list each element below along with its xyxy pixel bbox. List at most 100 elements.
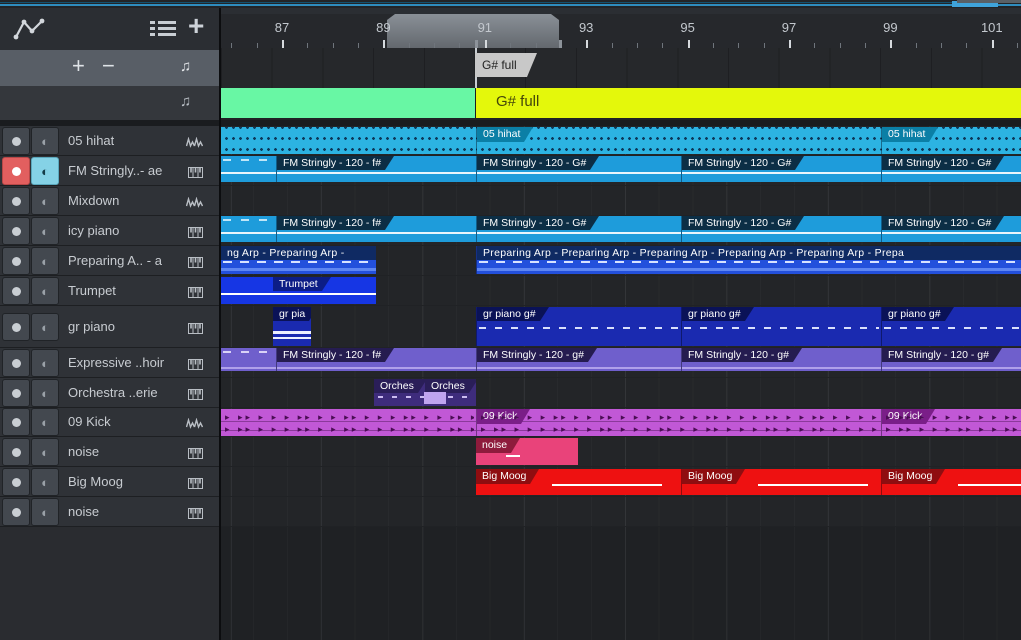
record-button[interactable] [2, 157, 30, 185]
clip[interactable] [221, 216, 276, 242]
panel-divider[interactable] [219, 8, 221, 640]
loop-region[interactable] [387, 14, 559, 48]
lane-row[interactable]: gr piagr piano g#gr piano g#gr piano g# [221, 306, 1021, 347]
monitor-button[interactable]: ◐ [31, 247, 59, 275]
lane-row[interactable]: noise [221, 437, 1021, 466]
clip[interactable]: FM Stringly - 120 - G# [681, 156, 881, 182]
shrink-tracks-button[interactable]: − [102, 53, 115, 79]
monitor-button[interactable]: ◐ [31, 217, 59, 245]
track-row[interactable]: ◐Expressive ..hoir [0, 348, 219, 377]
track-row[interactable]: ◐09 Kick [0, 408, 219, 436]
track-row[interactable]: ◐Orchestra ..erie [0, 378, 219, 407]
clip[interactable]: Preparing Arp - Preparing Arp - Preparin… [476, 246, 1021, 274]
record-button[interactable] [2, 349, 30, 377]
monitor-button[interactable]: ◐ [31, 349, 59, 377]
clip[interactable]: 09 Kick▸ ▸▸ ▸ ▸ ▸ ▸▸ ▸ ▸ ▸▸ ▸ ▸ ▸ ▸▸ ▸ ▸… [881, 409, 1021, 436]
clip[interactable]: 09 Kick▸ ▸▸ ▸ ▸ ▸ ▸▸ ▸ ▸ ▸▸ ▸ ▸ ▸ ▸▸ ▸ ▸… [476, 409, 881, 436]
clip[interactable]: FM Stringly - 120 - g# [681, 348, 881, 371]
track-row[interactable]: ◐icy piano [0, 216, 219, 245]
record-button[interactable] [2, 498, 30, 526]
clip[interactable] [221, 156, 276, 182]
timeline-ruler[interactable]: 87899193959799101 [221, 14, 1021, 49]
clip[interactable]: gr piano g# [681, 307, 881, 346]
track-row[interactable]: ◐Trumpet [0, 276, 219, 305]
clip[interactable]: OrchesOrches [374, 379, 476, 406]
monitor-button[interactable]: ◐ [31, 498, 59, 526]
clip-label: gr piano g# [477, 307, 540, 321]
clip[interactable]: FM Stringly - 120 - G# [476, 156, 681, 182]
track-list-icon[interactable] [150, 20, 176, 38]
clip[interactable]: FM Stringly - 120 - f# [276, 216, 476, 242]
arranger-section[interactable]: G# full [476, 88, 1021, 118]
lane-row[interactable]: 05 hihat05 hihat [221, 126, 1021, 155]
record-button[interactable] [2, 247, 30, 275]
track-row[interactable]: ◐gr piano [0, 306, 219, 347]
lane-row[interactable] [221, 497, 1021, 526]
track-row[interactable]: ◐FM Stringly..- ae [0, 156, 219, 185]
track-row[interactable]: ◐Mixdown [0, 186, 219, 215]
clip[interactable]: Big Moog [681, 469, 881, 495]
lane-row[interactable]: Trumpet [221, 276, 1021, 305]
clip[interactable]: gr piano g# [476, 307, 681, 346]
clip[interactable]: Big Moog [881, 469, 1021, 495]
monitor-button[interactable]: ◐ [31, 187, 59, 215]
track-row[interactable]: ◐05 hihat [0, 126, 219, 155]
clip[interactable]: ng Arp - Preparing Arp - [221, 246, 376, 274]
record-button[interactable] [2, 438, 30, 466]
record-button[interactable] [2, 127, 30, 155]
clip[interactable] [221, 348, 276, 371]
clip[interactable] [221, 127, 476, 154]
clip[interactable]: gr piano g# [881, 307, 1021, 346]
lane-row[interactable]: FM Stringly - 120 - f#FM Stringly - 120 … [221, 156, 1021, 185]
clip[interactable]: noise [476, 438, 578, 465]
record-button[interactable] [2, 217, 30, 245]
lane-row[interactable]: FM Stringly - 120 - f#FM Stringly - 120 … [221, 216, 1021, 245]
monitor-button[interactable]: ◐ [31, 313, 59, 341]
clip[interactable]: FM Stringly - 120 - f# [276, 348, 476, 371]
arranger-section[interactable] [221, 88, 475, 118]
clip[interactable]: FM Stringly - 120 - g# [476, 348, 681, 371]
record-button[interactable] [2, 187, 30, 215]
track-row[interactable]: ◐Preparing A.. - a [0, 246, 219, 275]
track-row[interactable]: ◐noise [0, 497, 219, 526]
lane-row[interactable]: ng Arp - Preparing Arp - Preparing Arp - … [221, 246, 1021, 275]
clip[interactable]: ▸ ▸▸ ▸ ▸ ▸ ▸▸ ▸ ▸ ▸▸ ▸ ▸ ▸ ▸▸ ▸ ▸ ▸▸ ▸ ▸… [221, 409, 476, 436]
clip[interactable]: FM Stringly - 120 - G# [881, 216, 1021, 242]
monitor-button[interactable]: ◐ [31, 408, 59, 436]
clip[interactable]: FM Stringly - 120 - G# [881, 156, 1021, 182]
clip[interactable]: 05 hihat [476, 127, 881, 154]
record-button[interactable] [2, 379, 30, 407]
monitor-button[interactable]: ◐ [31, 468, 59, 496]
clip[interactable]: FM Stringly - 120 - g# [881, 348, 1021, 371]
monitor-button[interactable]: ◐ [31, 127, 59, 155]
clip[interactable]: FM Stringly - 120 - f# [276, 156, 476, 182]
monitor-button[interactable]: ◐ [31, 157, 59, 185]
add-track-button[interactable]: + [188, 10, 204, 42]
empty-lane-area[interactable] [221, 527, 1021, 640]
track-row[interactable]: ◐Big Moog [0, 467, 219, 496]
lane-row[interactable]: FM Stringly - 120 - f#FM Stringly - 120 … [221, 348, 1021, 377]
track-row[interactable]: ◐noise [0, 437, 219, 466]
clip[interactable]: 05 hihat [881, 127, 1021, 154]
lane-row[interactable]: OrchesOrches [221, 378, 1021, 407]
marker-flag[interactable]: G# full [475, 53, 527, 77]
music-note-icon[interactable]: ♫ [180, 93, 191, 110]
monitor-button[interactable]: ◐ [31, 277, 59, 305]
clip[interactable]: Big Moog [476, 469, 681, 495]
expand-tracks-button[interactable]: + [72, 53, 85, 79]
lane-row[interactable] [221, 186, 1021, 215]
record-button[interactable] [2, 277, 30, 305]
marker-lane[interactable]: G# full [221, 48, 1021, 88]
clip[interactable]: FM Stringly - 120 - G# [681, 216, 881, 242]
record-button[interactable] [2, 313, 30, 341]
lane-row[interactable]: Big MoogBig MoogBig Moog [221, 467, 1021, 496]
clip[interactable]: gr pia [273, 307, 311, 346]
monitor-button[interactable]: ◐ [31, 438, 59, 466]
monitor-button[interactable]: ◐ [31, 379, 59, 407]
clip[interactable]: Trumpet [221, 277, 376, 304]
clip[interactable]: FM Stringly - 120 - G# [476, 216, 681, 242]
music-note-icon[interactable]: ♫ [180, 58, 191, 75]
record-button[interactable] [2, 468, 30, 496]
record-button[interactable] [2, 408, 30, 436]
lane-row[interactable]: ▸ ▸▸ ▸ ▸ ▸ ▸▸ ▸ ▸ ▸▸ ▸ ▸ ▸ ▸▸ ▸ ▸ ▸▸ ▸ ▸… [221, 408, 1021, 436]
